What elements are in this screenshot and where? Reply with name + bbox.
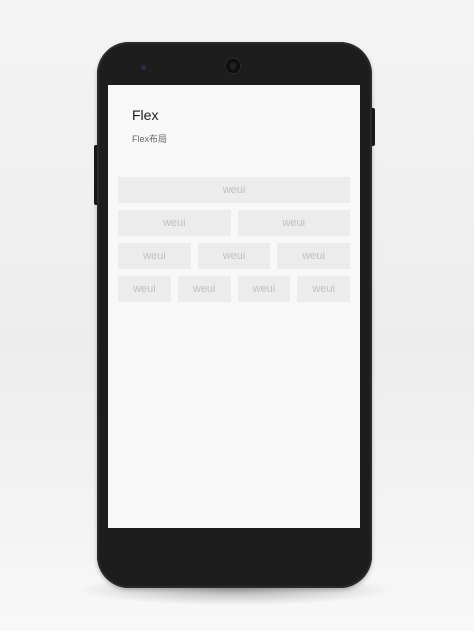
front-camera-icon [226,59,240,73]
flex-cell: weui [118,177,350,203]
flex-cell: weui [118,243,191,269]
flex-cell: weui [277,243,351,269]
phone-screen: Flex Flex布局 weui weui weui weui weui weu… [108,85,360,528]
flex-row-3: weui weui weui [118,243,351,269]
flex-cell: weui [177,276,231,302]
flex-demo-grid: weui weui weui weui weui weui weui weui … [118,177,351,309]
mockup-stage: Flex Flex布局 weui weui weui weui weui weu… [0,0,474,631]
flex-row-1: weui [118,177,350,203]
flex-row-4: weui weui weui weui [118,276,350,302]
flex-row-2: weui weui [118,210,350,236]
page-description: Flex布局 [132,134,168,144]
flex-cell: weui [237,276,291,302]
flex-cell: weui [197,243,271,269]
flex-cell: weui [118,276,171,302]
flex-cell: weui [297,276,350,302]
flex-cell: weui [118,210,231,236]
page-title: Flex [132,107,159,123]
proximity-sensor-icon [141,65,146,70]
flex-cell: weui [237,210,350,236]
